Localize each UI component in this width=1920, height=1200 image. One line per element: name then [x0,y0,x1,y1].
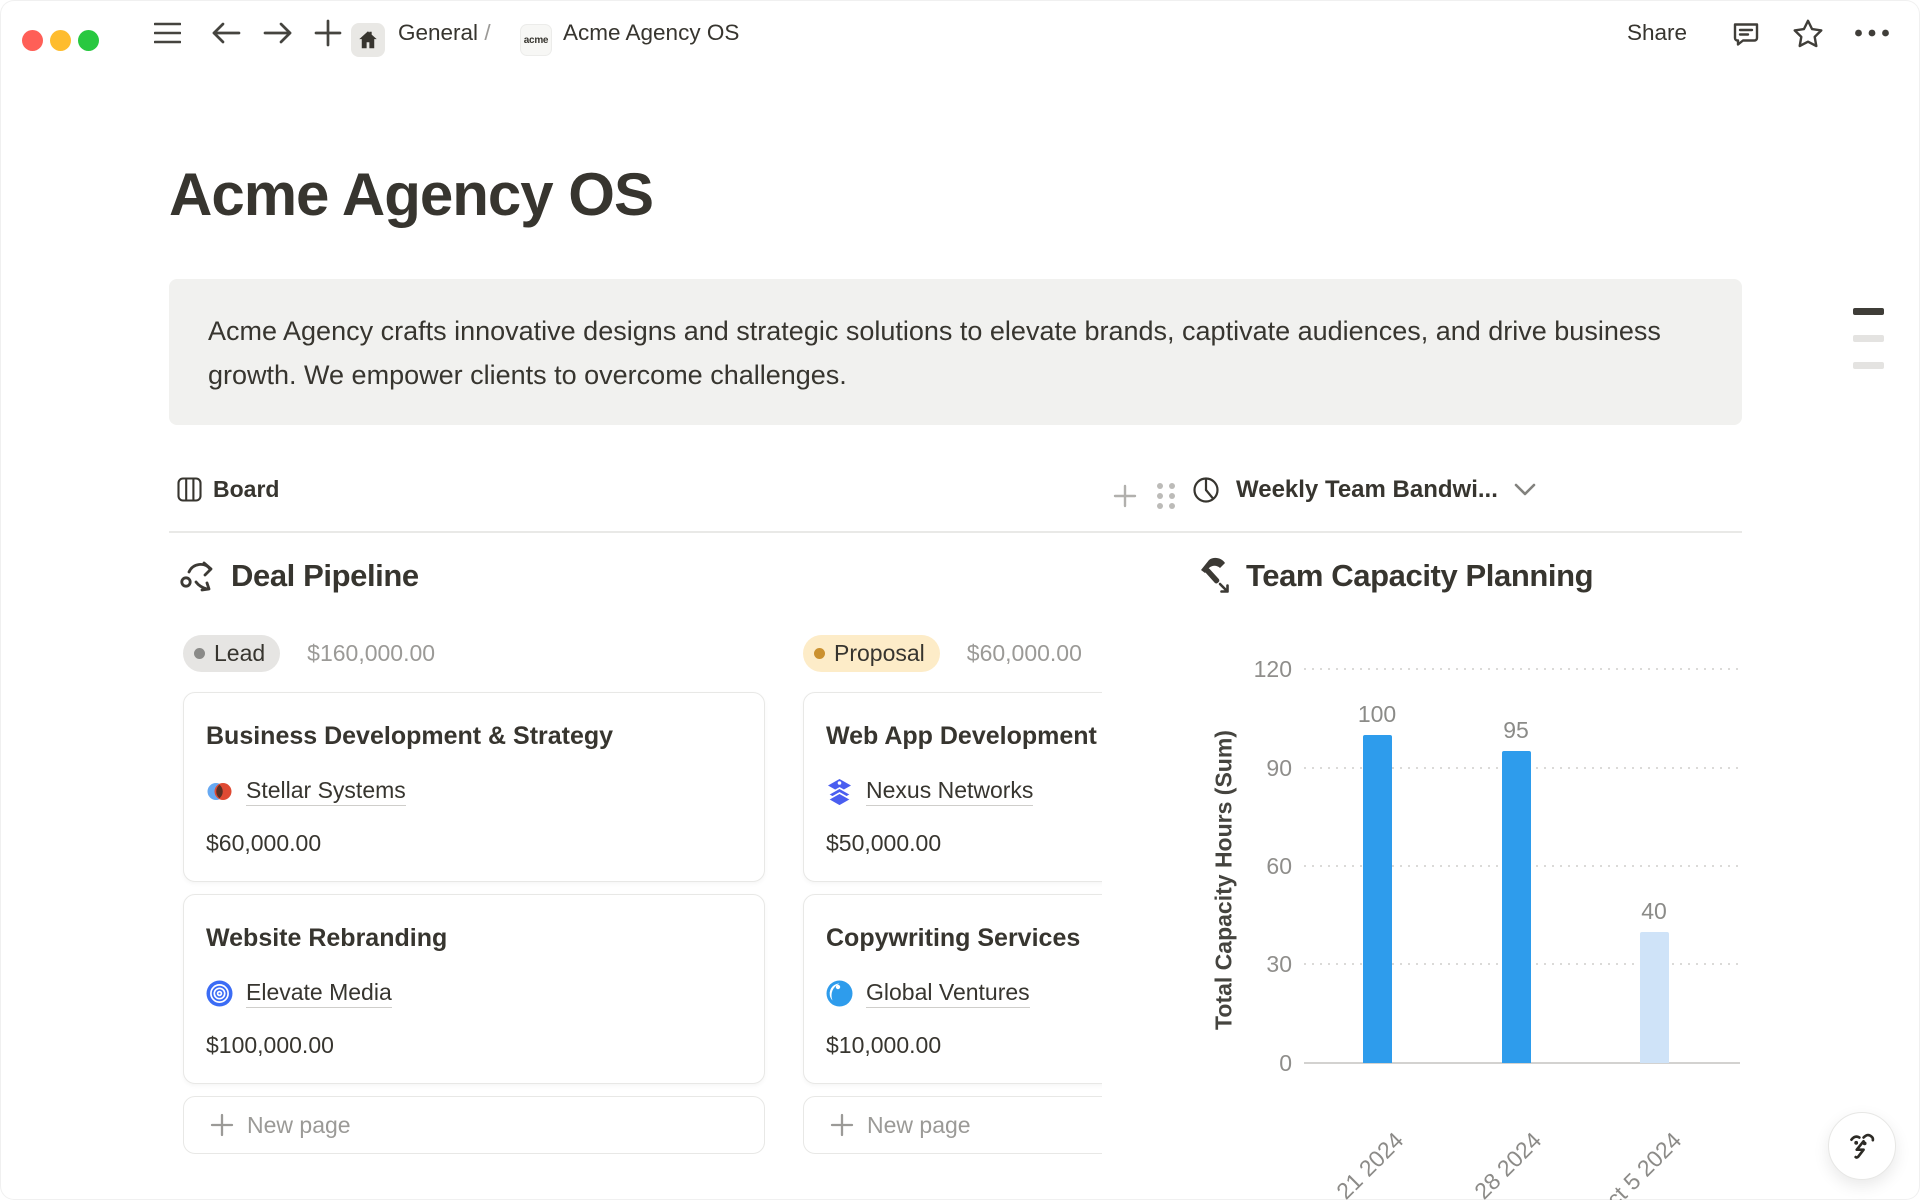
card-title: Website Rebranding [206,923,742,953]
new-page-button[interactable]: New page [803,1096,1102,1154]
chart-view-selector[interactable]: Weekly Team Bandwi... [1192,476,1536,504]
minimize-button[interactable] [50,30,71,51]
status-badge-lead[interactable]: Lead [183,635,280,672]
board-card[interactable]: Website Rebranding Elevate Media $100,00… [183,894,765,1084]
deal-pipeline-heading: Deal Pipeline [179,556,419,596]
status-badge-proposal[interactable]: Proposal [803,635,940,672]
comments-icon[interactable] [1726,0,1766,66]
card-amount: $10,000.00 [826,1032,1102,1059]
titlebar: General / acme Acme Agency OS Share [0,0,1920,66]
client-link[interactable]: Stellar Systems [246,777,406,806]
board-card[interactable]: Web App Development Nexus Networks $50,0… [803,692,1102,882]
bar-oct-5[interactable] [1640,932,1669,1063]
toc-bar [1853,362,1884,369]
drag-handle-icon[interactable] [1153,480,1179,512]
bar-value-label: 95 [1503,717,1529,744]
status-label: Proposal [834,640,925,667]
client-link[interactable]: Nexus Networks [866,777,1033,806]
nexus-networks-logo [826,778,853,805]
deal-pipeline-board: Board Deal Pipeline Lead $ [169,466,1102,1200]
board-card[interactable]: Copywriting Services Global Ventures $10… [803,894,1102,1084]
team-capacity-heading: Team Capacity Planning [1196,556,1593,596]
toc-bar [1853,335,1884,342]
ai-face-icon [1843,1127,1881,1165]
card-amount: $50,000.00 [826,830,1102,857]
y-tick: 60 [1210,852,1292,880]
x-tick: 21 2024 [1249,1127,1410,1200]
bar-sep-21[interactable] [1363,735,1392,1063]
chevron-down-icon [1514,483,1536,497]
add-block-icon[interactable] [1113,484,1137,508]
board-column-proposal: Proposal $60,000.00 Web App Development [803,634,1102,1154]
x-tick: Oct 5 2024 [1527,1127,1688,1200]
notion-window: General / acme Acme Agency OS Share Acme… [0,0,1920,1200]
sidebar-toggle-icon[interactable] [150,0,184,66]
client-link[interactable]: Global Ventures [866,979,1030,1008]
share-button[interactable]: Share [1627,0,1687,66]
bar-group: 95 [1476,717,1556,1063]
client-link[interactable]: Elevate Media [246,979,392,1008]
gridline [1304,668,1740,670]
board-column-lead: Lead $160,000.00 Business Development & … [183,634,765,1154]
new-page-label: New page [247,1112,351,1139]
notion-ai-button[interactable] [1828,1112,1896,1180]
plus-icon [210,1113,234,1137]
board-tab-label: Board [213,476,279,503]
favorite-star-icon[interactable] [1788,0,1828,66]
back-icon[interactable] [208,0,244,66]
status-dot [814,648,825,659]
bar-group: 100 [1337,701,1417,1063]
team-capacity-title: Team Capacity Planning [1246,558,1593,594]
bar-value-label: 40 [1641,898,1667,925]
new-page-button[interactable]: New page [183,1096,765,1154]
bar-value-label: 100 [1358,701,1396,728]
more-options-icon[interactable] [1850,0,1894,66]
bar-sep-28[interactable] [1502,751,1531,1063]
global-ventures-logo [826,980,853,1007]
card-amount: $60,000.00 [206,830,742,857]
elevate-media-logo [206,980,233,1007]
breadcrumb-root-link[interactable]: General [398,20,478,46]
breadcrumb-page-link[interactable]: Acme Agency OS [563,0,739,66]
toc-bar [1853,308,1884,315]
board-view-icon [177,477,202,502]
bar-group: 40 [1614,898,1694,1063]
fullscreen-button[interactable] [78,30,99,51]
column-sum: $160,000.00 [307,640,435,667]
stellar-systems-logo [206,778,233,805]
close-button[interactable] [22,30,43,51]
y-tick: 0 [1210,1049,1292,1077]
callout-text: Acme Agency crafts innovative designs an… [208,316,1661,390]
status-label: Lead [214,640,265,667]
breadcrumb-home-icon[interactable] [351,23,385,57]
board-card[interactable]: Business Development & Strategy Stellar … [183,692,765,882]
breadcrumb: General / [398,0,491,66]
card-amount: $100,000.00 [206,1032,742,1059]
new-page-icon[interactable] [310,0,346,66]
deal-pipeline-title: Deal Pipeline [231,558,419,594]
chart-view-title: Weekly Team Bandwi... [1236,476,1498,504]
chart-view-icon [1192,476,1220,504]
y-tick: 90 [1210,754,1292,782]
card-title: Copywriting Services [826,923,1102,953]
y-tick: 30 [1210,950,1292,978]
page-title: Acme Agency OS [169,160,653,229]
pipeline-icon [179,556,217,596]
card-title: Business Development & Strategy [206,721,742,751]
x-tick: 28 2024 [1387,1127,1548,1200]
block-handles [1113,480,1179,512]
new-page-label: New page [867,1112,971,1139]
card-title: Web App Development [826,721,1102,751]
page-icon-acme[interactable]: acme [520,24,552,56]
breadcrumb-separator: / [484,20,490,46]
callout-block[interactable]: Acme Agency crafts innovative designs an… [169,279,1742,425]
hammer-icon [1196,556,1233,596]
status-dot [194,648,205,659]
y-tick: 120 [1210,655,1292,683]
table-of-contents-indicator[interactable] [1853,308,1884,369]
forward-icon[interactable] [260,0,296,66]
column-sum: $60,000.00 [967,640,1082,667]
plus-icon [830,1113,854,1137]
tab-board-view[interactable]: Board [177,476,279,503]
